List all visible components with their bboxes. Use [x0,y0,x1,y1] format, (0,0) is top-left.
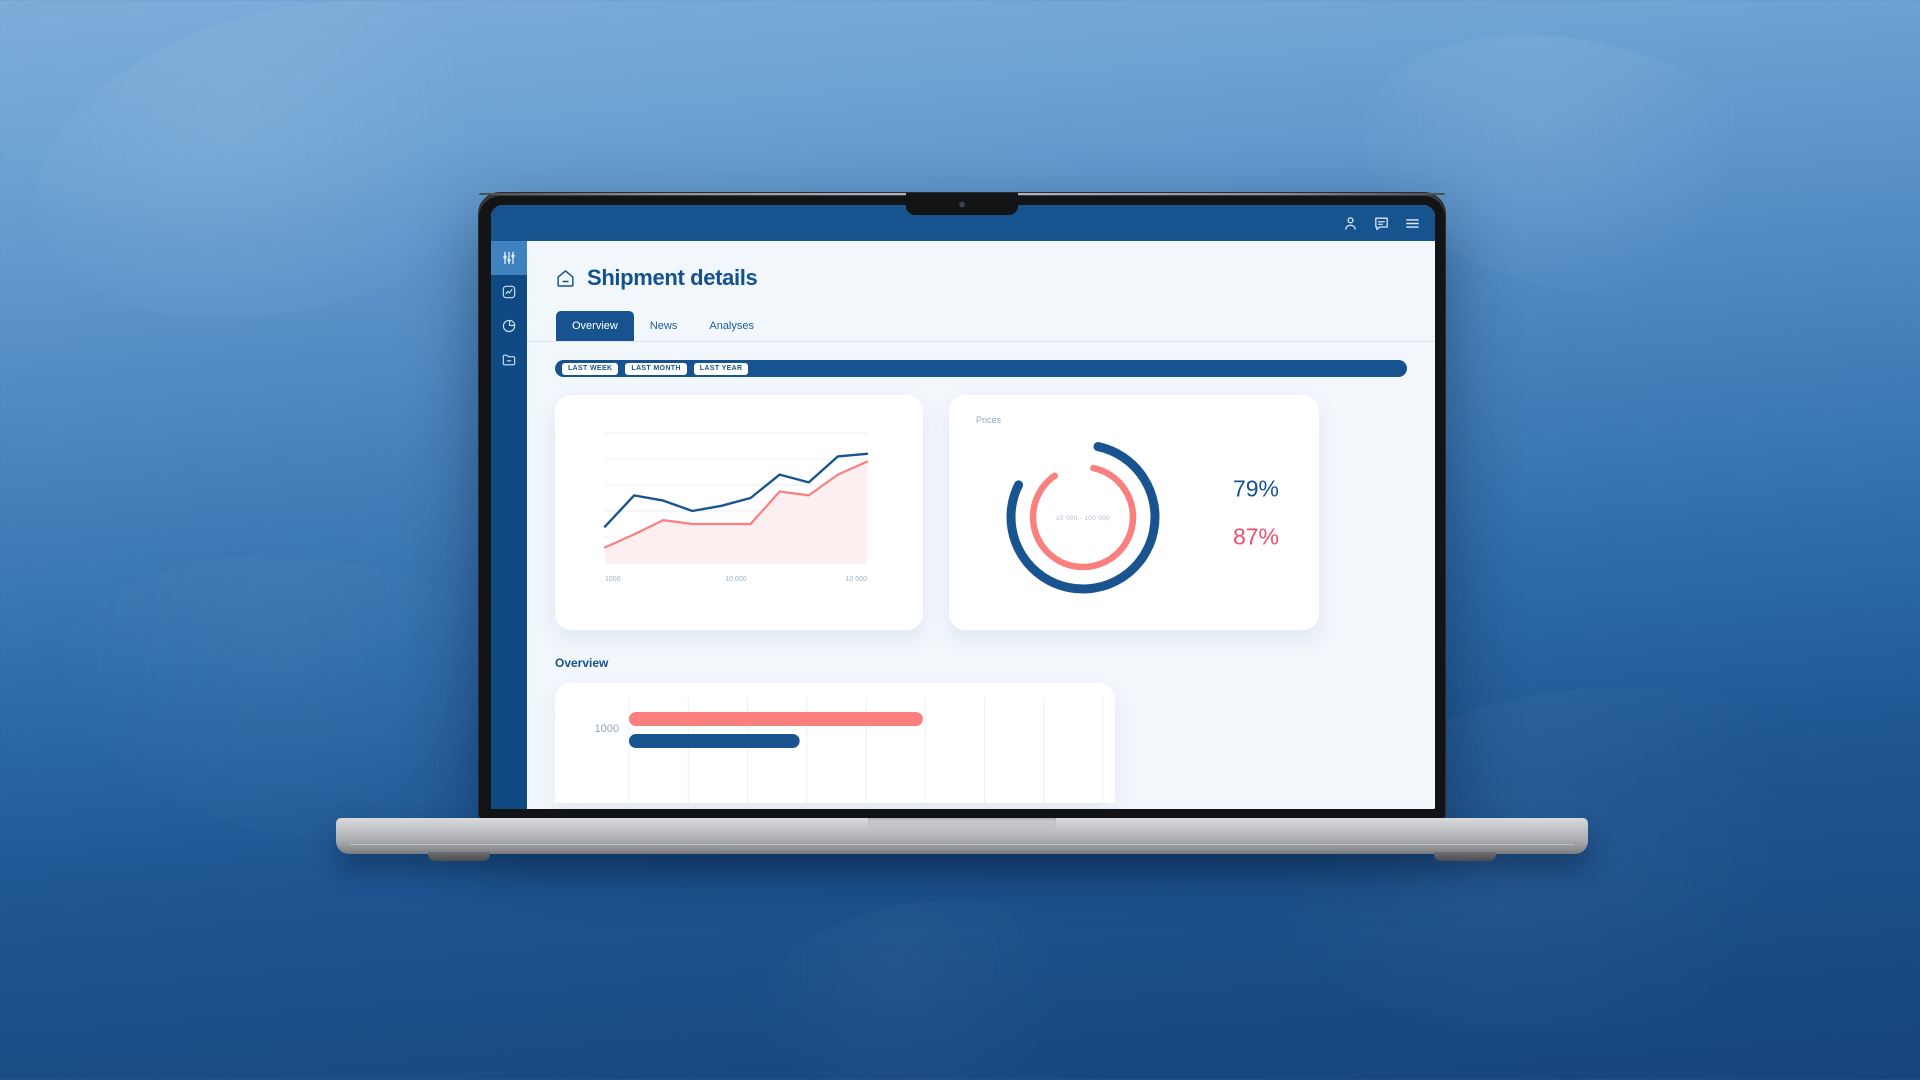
area-fill-1 [605,461,867,563]
laptop-foot-right [1434,852,1496,861]
laptop-lid: Shipment details Overview News Analyses … [478,192,1446,820]
tab-bar: Overview News Analyses [555,311,1407,341]
cards-row: 1000 10 000 10 000 Prices 10 000 - 100 000… [555,395,1407,630]
folder-icon [502,354,516,366]
chip-last-month[interactable]: LAST MONTH [625,362,687,375]
line-chart-card: 1000 10 000 10 000 [555,395,923,630]
chip-last-week[interactable]: LAST WEEK [562,362,619,375]
prices-values: 79% 87% [1233,477,1279,548]
tab-analyses[interactable]: Analyses [693,311,770,341]
home-icon [555,268,576,289]
section-heading: Overview [555,656,609,670]
laptop-mockup: Shipment details Overview News Analyses … [0,0,1920,1080]
content-body: LAST WEEK LAST MONTH LAST YEAR 1000 10 00… [527,342,1435,803]
line-chart-icon [502,285,516,299]
page-header: Shipment details Overview News Analyses [527,241,1435,341]
webcam-icon [959,202,965,207]
sidebar-item-documents[interactable] [491,343,527,377]
laptop-screen: Shipment details Overview News Analyses … [491,205,1435,809]
donut-center-label: 10 000 - 100 000 [1056,515,1110,522]
sidebar-item-statistics[interactable] [491,275,527,309]
laptop-notch [906,193,1018,215]
app-content: Shipment details Overview News Analyses … [527,241,1435,809]
value-inner-percent: 87% [1232,523,1279,549]
page-title: Shipment details [587,265,758,290]
donut-chart: 10 000 - 100 000 [1006,440,1160,594]
sliders-icon [503,251,515,265]
prices-card: Prices 10 000 - 100 000 79% 87% [949,395,1319,630]
laptop-base [336,818,1588,861]
category-label: 1000 [595,723,619,735]
tab-overview[interactable]: Overview [556,311,634,341]
x-tick-label: 10 000 [846,576,868,583]
value-outer-percent: 79% [1232,475,1279,501]
x-tick-label: 10 000 [725,576,747,583]
bar-1 [629,734,800,748]
sidebar-item-filters[interactable] [491,241,527,275]
filter-bar: LAST WEEK LAST MONTH LAST YEAR [555,360,1407,377]
bar-chart-card: 1000 [555,683,1115,803]
chip-last-year[interactable]: LAST YEAR [693,362,749,375]
sidebar-item-reports[interactable] [491,309,527,343]
tab-news[interactable]: News [634,311,694,341]
area-line-chart: 1000 10 000 10 000 [603,432,869,583]
bar-0 [629,712,923,726]
user-icon[interactable] [1342,215,1359,232]
laptop-foot-left [428,852,490,861]
x-tick-label: 1000 [605,576,621,583]
pie-chart-icon [502,319,516,333]
horizontal-bar-chart: 1000 [595,697,1104,803]
message-icon[interactable] [1373,215,1390,232]
app-sidebar [491,241,527,809]
hamburger-menu-icon[interactable] [1404,215,1421,232]
